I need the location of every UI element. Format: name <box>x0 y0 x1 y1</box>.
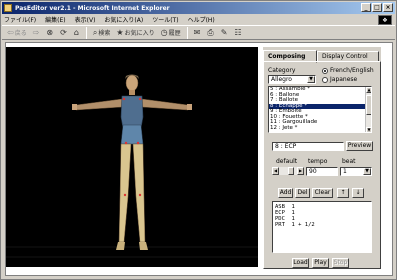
clear-button[interactable]: Clear <box>312 188 333 198</box>
close-button[interactable]: × <box>383 3 393 12</box>
history-button[interactable]: ◷ 履歴 <box>159 27 183 39</box>
play-button[interactable]: Play <box>312 258 329 268</box>
beat-select[interactable]: 1 ▼ <box>340 167 372 176</box>
control-panel: Composing Display Control Category Frenc… <box>263 47 381 269</box>
scroll-down-icon[interactable]: ▼ <box>366 127 371 132</box>
tempo-field[interactable]: 90 <box>306 167 338 176</box>
list-scrollbar[interactable]: ▲ ▼ <box>365 87 371 132</box>
sequence-list[interactable]: ASB 1 ECP 1 PDC 1 PRT 1 + 1/2 <box>272 201 372 253</box>
toolbar-separator <box>85 26 87 39</box>
radio-label: French/English <box>330 67 374 74</box>
sequence-row: PRT 1 + 1/2 <box>275 222 315 228</box>
mail-button[interactable]: ✉ <box>192 27 204 39</box>
menu-bar: ファイル(F) 編集(E) 表示(V) お気に入り(A) ツール(T) ヘルプ(… <box>2 14 395 25</box>
toolbar: ⇦ 戻る ⇨ ⊗ ⟳ ⌂ ⌕ 検索 ★ お気に入り ◷ 履歴 ✉ ⎙ ✎ ☷ <box>2 25 395 40</box>
dancer-figure <box>6 74 258 258</box>
menu-favorites[interactable]: お気に入り(A) <box>104 15 143 24</box>
radio-french-english[interactable]: French/English <box>322 67 374 74</box>
discuss-button[interactable]: ☷ <box>232 27 244 39</box>
home-button[interactable]: ⌂ <box>72 27 82 39</box>
back-arrow-icon: ⇦ <box>7 28 14 37</box>
toolbar-separator <box>186 26 188 39</box>
slider-left-icon[interactable]: ◀ <box>272 167 279 175</box>
edit-icon: ✎ <box>220 28 228 37</box>
current-move-field[interactable]: 8 : ECP <box>272 142 344 151</box>
slider-track[interactable] <box>279 167 297 175</box>
stop-icon: ⊗ <box>46 28 54 37</box>
app-icon <box>4 4 12 12</box>
windows-logo: ❖ <box>378 15 392 25</box>
move-down-button[interactable]: ↓ <box>352 188 364 198</box>
maximize-button[interactable]: □ <box>372 3 382 12</box>
back-button[interactable]: ⇦ 戻る <box>5 27 29 39</box>
forward-arrow-icon: ⇨ <box>32 28 40 37</box>
slider-thumb[interactable] <box>288 167 294 175</box>
print-button[interactable]: ⎙ <box>205 27 216 39</box>
radio-indicator <box>322 76 328 83</box>
delete-button[interactable]: Del <box>295 188 310 198</box>
minimize-button[interactable]: _ <box>361 3 371 12</box>
category-label: Category <box>268 67 296 74</box>
search-icon: ⌕ <box>92 27 98 37</box>
load-button[interactable]: Load <box>292 258 309 268</box>
chevron-down-icon: ▼ <box>363 168 371 175</box>
stop-playback-button[interactable]: Stop <box>332 258 349 268</box>
radio-japanese[interactable]: Japanese <box>322 76 357 83</box>
title-bar: PasEditor ver2.1 - Microsoft Internet Ex… <box>2 2 395 14</box>
home-icon: ⌂ <box>73 28 79 37</box>
scroll-thumb[interactable] <box>366 95 371 115</box>
tempo-label: tempo <box>308 158 328 165</box>
beat-label: beat <box>342 158 356 165</box>
3d-viewport[interactable] <box>6 47 258 267</box>
composing-tab-body: Category French/English Allegro ▼ Japane… <box>263 61 381 269</box>
discuss-icon: ☷ <box>234 28 242 37</box>
menu-edit[interactable]: 編集(E) <box>45 15 65 24</box>
menu-tools[interactable]: ツール(T) <box>152 15 178 24</box>
browser-window: PasEditor ver2.1 - Microsoft Internet Ex… <box>0 0 397 280</box>
default-label: default <box>276 158 298 165</box>
search-button[interactable]: ⌕ 検索 <box>91 27 113 39</box>
mail-icon: ✉ <box>193 28 201 37</box>
edit-button[interactable]: ✎ <box>219 27 231 39</box>
list-item[interactable]: 12 : Jete * <box>269 125 371 132</box>
move-list[interactable]: 5 : Assamble * 6 : Ballone 7 : Ballote 8… <box>268 86 372 133</box>
chevron-down-icon: ▼ <box>307 76 315 83</box>
menu-help[interactable]: ヘルプ(H) <box>188 15 215 24</box>
radio-selected-indicator <box>322 67 328 74</box>
favorites-button[interactable]: ★ お気に入り <box>114 27 156 39</box>
move-up-button[interactable]: ↑ <box>337 188 349 198</box>
refresh-icon: ⟳ <box>60 28 67 37</box>
menu-file[interactable]: ファイル(F) <box>4 15 36 24</box>
window-title: PasEditor ver2.1 - Microsoft Internet Ex… <box>15 4 170 12</box>
scroll-up-icon[interactable]: ▲ <box>366 87 371 93</box>
add-button[interactable]: Add <box>278 188 293 198</box>
menu-view[interactable]: 表示(V) <box>75 15 96 24</box>
star-icon: ★ <box>116 28 124 37</box>
page-scrollbar[interactable] <box>393 42 396 276</box>
tempo-slider[interactable]: ◀ ▶ <box>272 167 304 175</box>
history-icon: ◷ <box>160 28 168 37</box>
refresh-button[interactable]: ⟳ <box>58 27 70 39</box>
category-select[interactable]: Allegro ▼ <box>268 75 316 84</box>
slider-right-icon[interactable]: ▶ <box>297 167 304 175</box>
radio-label: Japanese <box>330 76 358 83</box>
preview-button[interactable]: Preview <box>346 141 373 151</box>
print-icon: ⎙ <box>207 27 214 37</box>
forward-button[interactable]: ⇨ <box>31 27 43 39</box>
stop-button[interactable]: ⊗ <box>44 27 56 39</box>
